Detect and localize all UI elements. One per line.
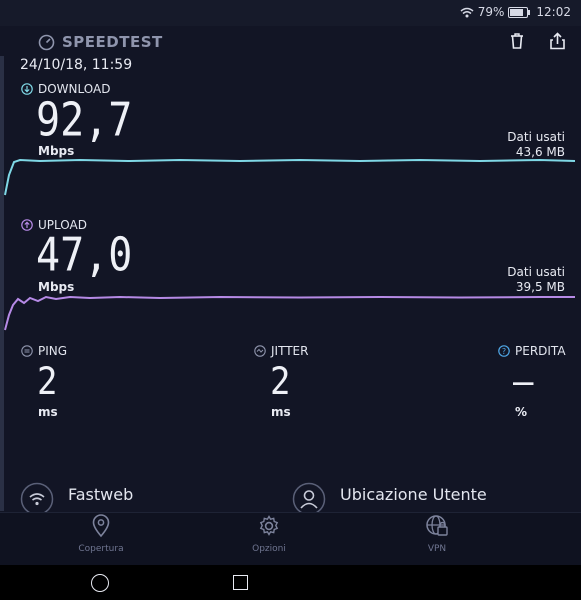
nav-vpn[interactable]: VPN	[397, 514, 477, 554]
share-button[interactable]	[546, 30, 568, 52]
trash-icon	[511, 33, 523, 49]
provider-subtitle-clipped	[68, 506, 198, 511]
user-circle-icon	[292, 482, 326, 516]
gear-icon	[259, 515, 279, 536]
provider-name: Fastweb	[68, 485, 134, 504]
location-pin-icon	[92, 514, 110, 538]
test-datetime: 24/10/18, 11:59	[20, 57, 133, 73]
ping-label-text: PING	[38, 344, 68, 358]
nav-copertura-label: Copertura	[78, 544, 124, 554]
recents-button[interactable]	[233, 575, 248, 590]
jitter-value: 2	[270, 360, 291, 404]
battery-icon	[508, 6, 531, 18]
speedometer-icon	[38, 34, 55, 50]
ping-label: PING	[21, 344, 67, 358]
jitter-label: JITTER	[254, 344, 308, 358]
home-button[interactable]	[91, 574, 109, 592]
nav-opzioni[interactable]: Opzioni	[229, 514, 309, 554]
status-area: 79% 12:02	[460, 5, 571, 19]
download-arrow-icon	[21, 83, 33, 95]
globe-lock-icon	[426, 515, 448, 536]
download-line	[4, 158, 576, 196]
upload-data-label: Dati usati	[507, 265, 565, 279]
download-speed: 92,7	[36, 94, 133, 147]
help-icon[interactable]: ?	[498, 345, 510, 357]
clock: 12:02	[536, 5, 571, 19]
loss-label-text: PERDITA	[515, 344, 566, 358]
jitter-label-text: JITTER	[271, 344, 309, 358]
loss-unit: %	[515, 405, 528, 419]
location-title: Ubicazione Utente	[340, 485, 487, 504]
loss-value: –	[513, 360, 534, 404]
nav-opzioni-label: Opzioni	[252, 544, 286, 554]
location-subtitle-clipped	[340, 506, 510, 511]
wifi-circle-icon	[20, 482, 54, 516]
upload-speed: 47,0	[36, 229, 133, 282]
wifi-icon	[460, 7, 474, 17]
svg-text:?: ?	[502, 347, 506, 356]
ping-value: 2	[37, 360, 58, 404]
jitter-icon	[254, 345, 266, 357]
ping-unit: ms	[38, 405, 58, 419]
battery-percent: 79%	[477, 5, 505, 19]
app-brand: SPEEDTEST	[38, 33, 163, 51]
system-nav-bar	[0, 565, 581, 600]
upload-arrow-icon	[21, 219, 33, 231]
loss-label[interactable]: ? PERDITA	[498, 344, 566, 358]
nav-vpn-label: VPN	[427, 544, 447, 554]
delete-button[interactable]	[506, 30, 528, 52]
upload-line	[4, 295, 575, 331]
brand-name: SPEEDTEST	[62, 33, 163, 51]
side-rail	[0, 56, 4, 511]
nav-copertura[interactable]: Copertura	[61, 514, 141, 554]
download-data-label: Dati usati	[507, 130, 565, 144]
share-icon	[549, 32, 565, 50]
download-graph	[4, 158, 576, 196]
ping-icon	[21, 345, 33, 357]
upload-graph	[4, 295, 575, 331]
jitter-unit: ms	[271, 405, 291, 419]
